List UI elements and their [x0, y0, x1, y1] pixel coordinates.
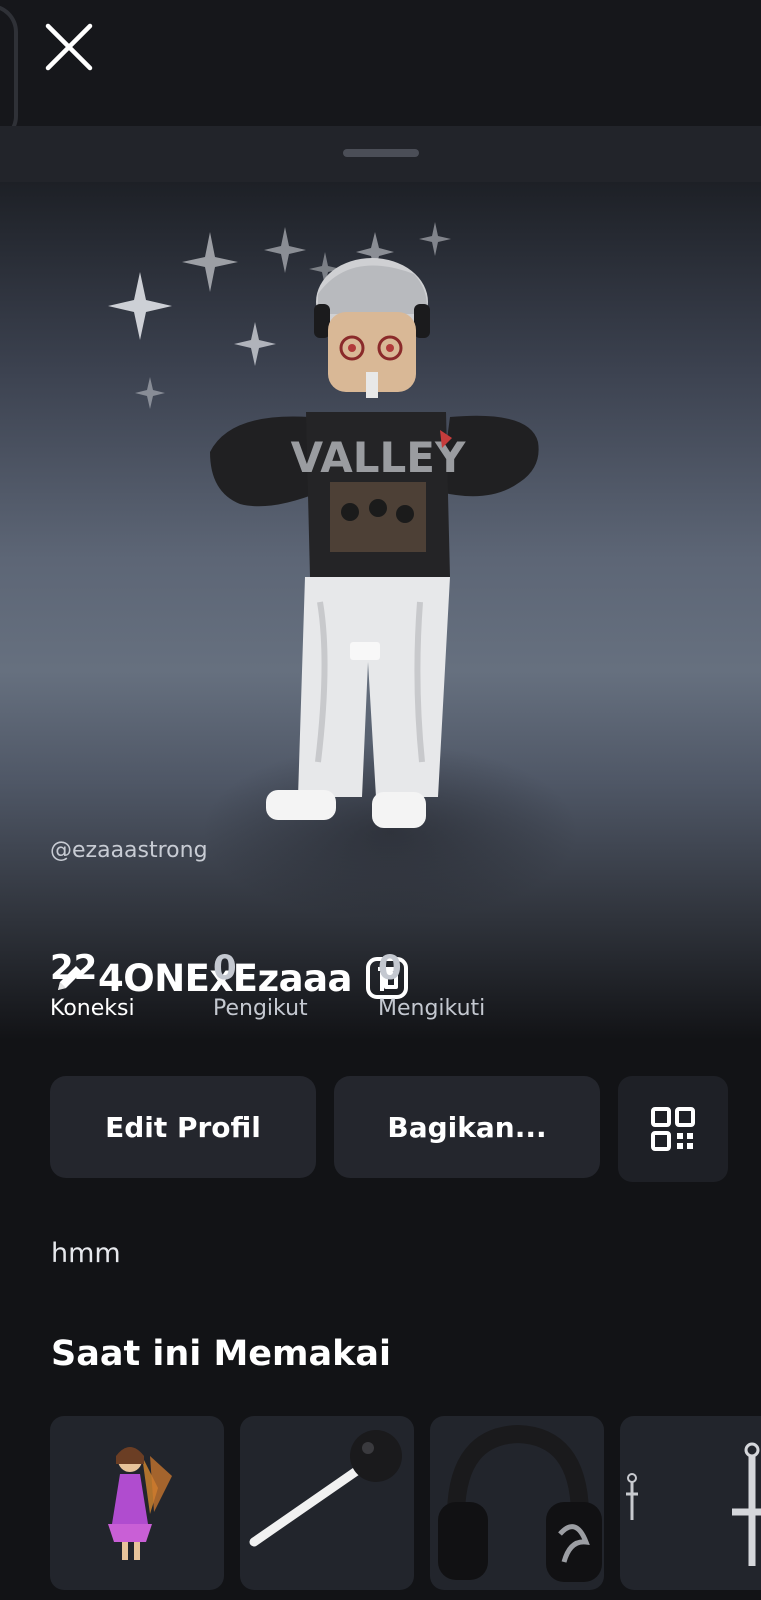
item-card[interactable]: [50, 1416, 224, 1590]
left-edge-decoration: [0, 4, 18, 144]
edit-profile-button[interactable]: Edit Profil: [50, 1076, 316, 1178]
qr-code-button[interactable]: [618, 1076, 728, 1182]
close-button[interactable]: [40, 20, 96, 76]
item-card[interactable]: [620, 1416, 761, 1590]
stat-following[interactable]: 0 Mengikuti: [378, 948, 485, 1021]
stat-followers[interactable]: 0 Pengikut: [213, 948, 308, 1021]
username: @ezaaastrong: [50, 838, 208, 863]
item-card[interactable]: [430, 1416, 604, 1590]
headphones-icon: [438, 1424, 602, 1582]
avatar-hero: VALLEY 4ONExEzaaa @ezaaastrong: [0, 182, 761, 1040]
item-card[interactable]: [240, 1416, 414, 1590]
stat-value: 0: [378, 948, 402, 988]
stat-label: Pengikut: [213, 996, 308, 1021]
share-label: Bagikan...: [387, 1110, 547, 1144]
wearing-items-list: [0, 1416, 761, 1600]
stat-value: 0: [213, 948, 237, 988]
fairy-avatar-icon: [108, 1447, 172, 1560]
wearing-section-title: Saat ini Memakai: [51, 1334, 392, 1374]
stat-connections[interactable]: 22 Koneksi: [50, 948, 135, 1021]
avatar-figure[interactable]: VALLEY: [200, 242, 560, 842]
svg-text:VALLEY: VALLEY: [291, 433, 466, 482]
lollipop-icon: [249, 1430, 402, 1547]
cross-earrings-icon: [626, 1442, 761, 1566]
stat-label: Mengikuti: [378, 996, 486, 1021]
edit-profile-label: Edit Profil: [105, 1110, 261, 1144]
stat-value: 22: [50, 948, 98, 988]
stat-label: Koneksi: [50, 996, 135, 1021]
qr-code-icon: [651, 1107, 695, 1151]
drag-handle[interactable]: [343, 149, 419, 157]
bio-text: hmm: [51, 1238, 121, 1269]
close-icon: [45, 23, 93, 71]
share-button[interactable]: Bagikan...: [334, 1076, 600, 1178]
top-bar: [0, 0, 761, 144]
